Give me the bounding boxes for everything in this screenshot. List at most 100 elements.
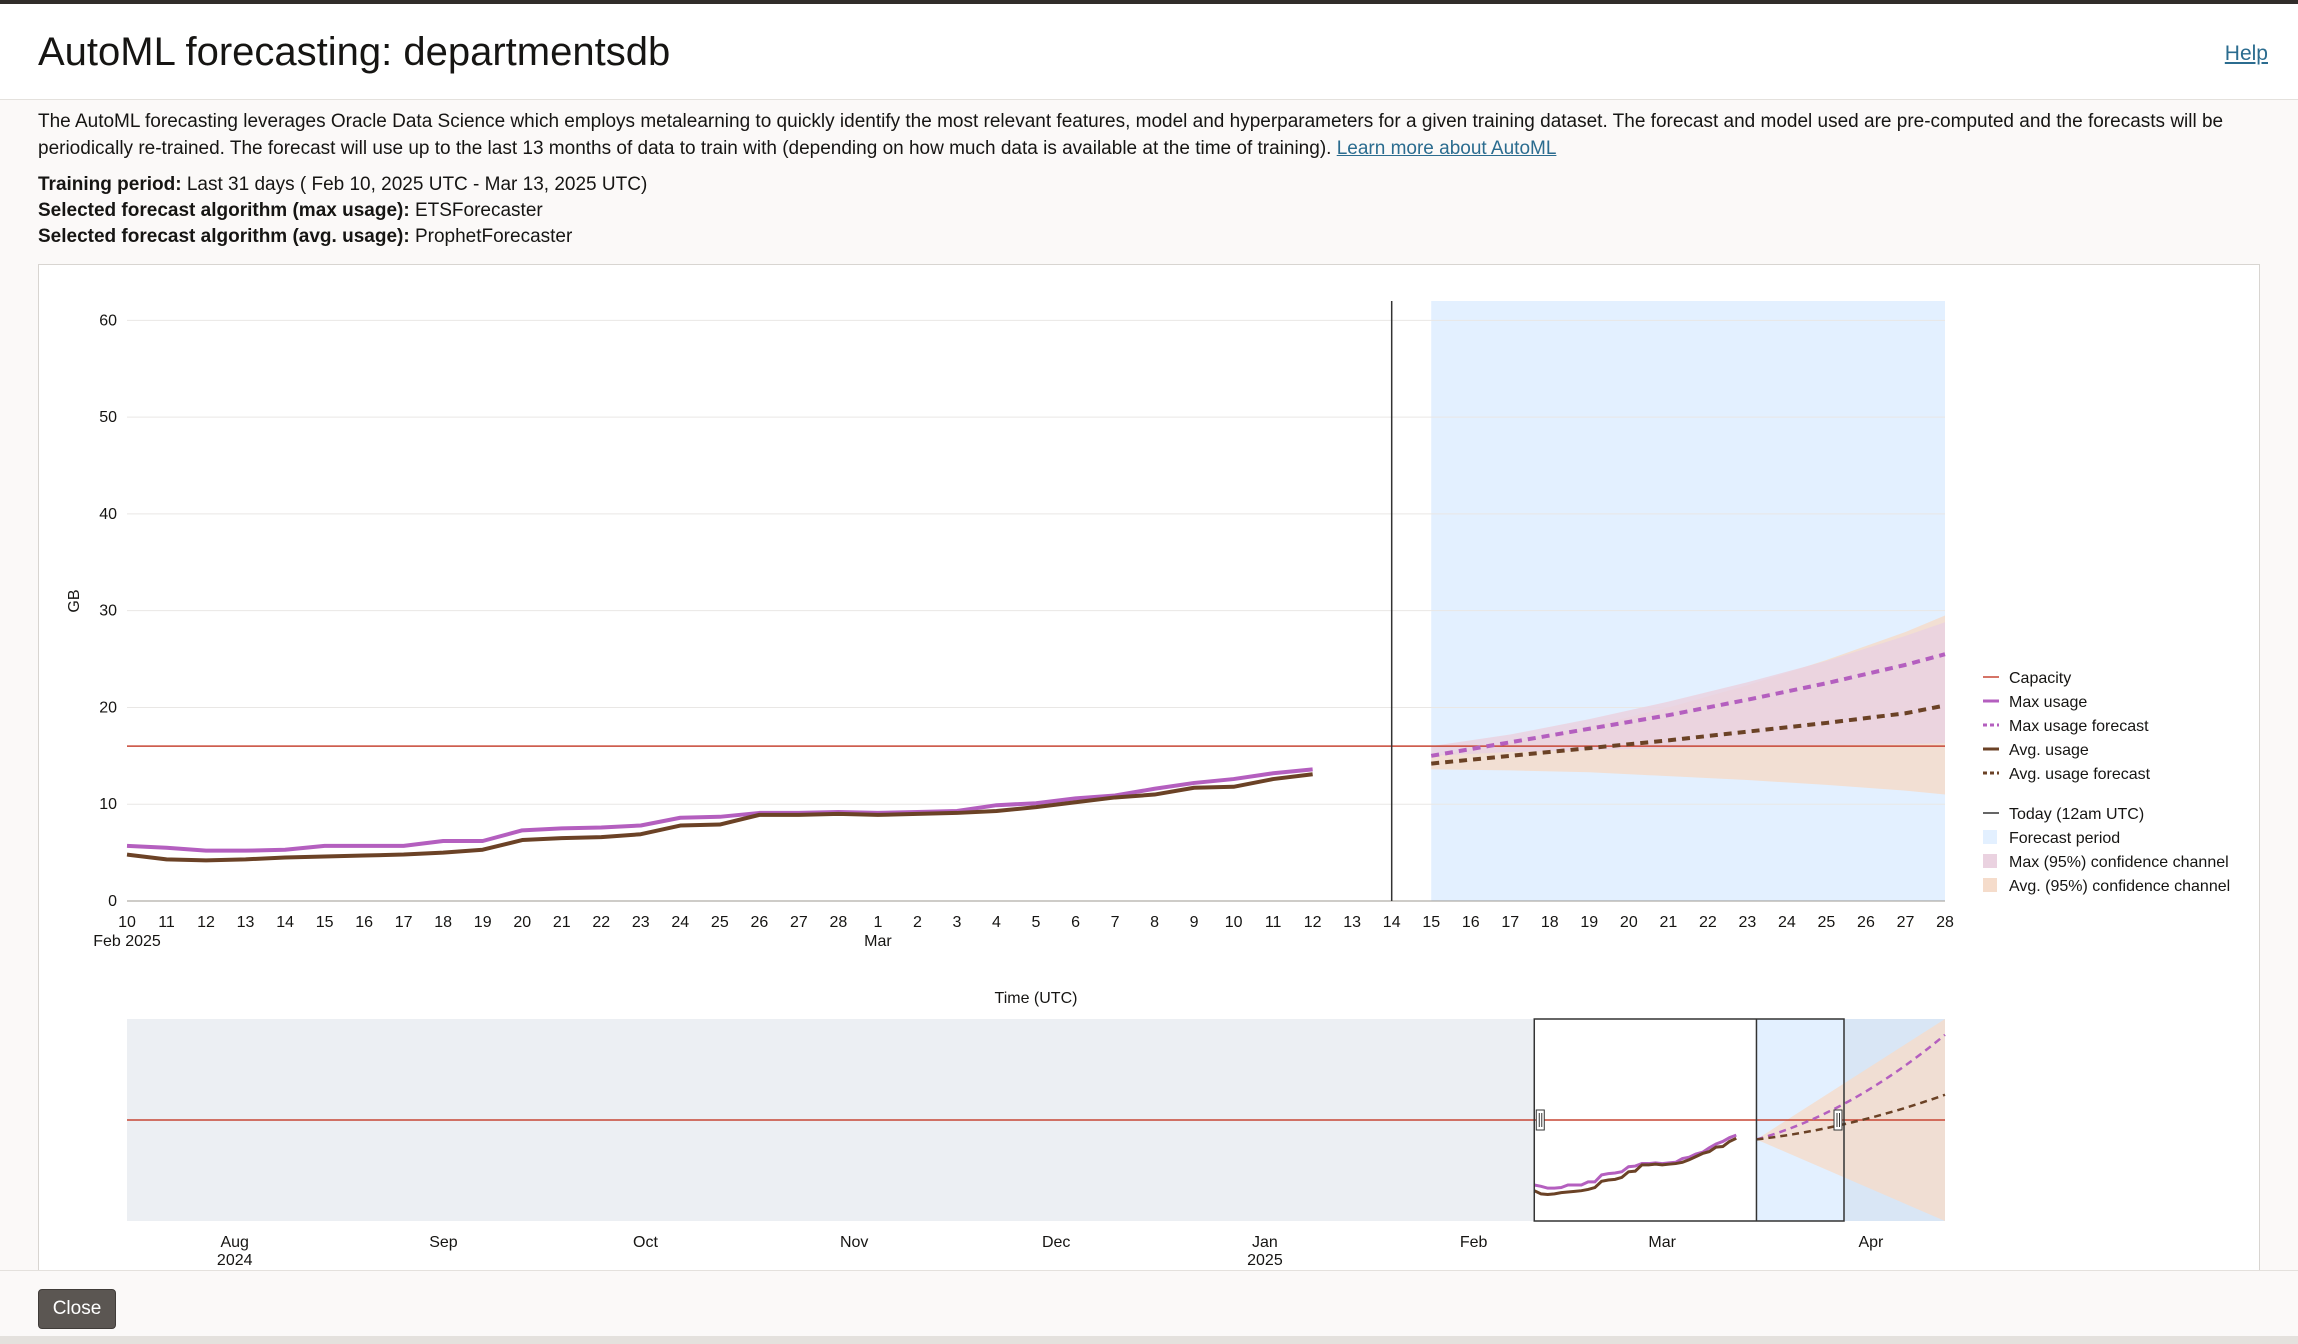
- x-axis-label: Time (UTC): [995, 990, 1078, 1007]
- training-period-label: Training period:: [38, 174, 182, 195]
- x-tick-label: 5: [1032, 914, 1041, 931]
- x-tick-label: 26: [750, 914, 768, 931]
- x-tick-label: 23: [632, 914, 650, 931]
- x-tick-label: 1: [873, 914, 882, 931]
- x-tick-label: 13: [237, 914, 255, 931]
- x-tick-label: 12: [197, 914, 215, 931]
- legend-swatch: [1983, 830, 1997, 844]
- x-tick-label: 25: [1818, 914, 1836, 931]
- overview-x-tick-label: Sep: [429, 1234, 458, 1251]
- legend-label: Avg. usage forecast: [2009, 766, 2151, 783]
- legend-swatch: [1983, 854, 1997, 868]
- avg-algorithm: Selected forecast algorithm (avg. usage)…: [38, 226, 572, 248]
- x-tick-label: 3: [953, 914, 962, 931]
- max-algorithm: Selected forecast algorithm (max usage):…: [38, 200, 543, 222]
- y-tick-label: 50: [99, 409, 117, 426]
- x-tick-label: 18: [1541, 914, 1559, 931]
- forecast-period-area: [1431, 301, 1945, 901]
- y-tick-label: 10: [99, 796, 117, 813]
- max-usage-line: [126, 767, 1313, 853]
- x-tick-label: 20: [1620, 914, 1638, 931]
- x-tick-label: 15: [1422, 914, 1440, 931]
- overview-x-tick-label: Oct: [633, 1234, 658, 1251]
- x-tick-label: 22: [1699, 914, 1717, 931]
- x-tick-label: 21: [1659, 914, 1677, 931]
- x-secondary-label: Feb 2025: [93, 933, 161, 950]
- x-tick-label: 4: [992, 914, 1001, 931]
- forecast-chart: 0102030405060GB10 11 12 13 14 15 16 17 18 19 20 21 2…: [66, 301, 2230, 1269]
- overview-x-tick-label: Nov: [840, 1234, 868, 1251]
- window-bottom-strip: [0, 1336, 2298, 1344]
- x-tick-label: 11: [1265, 914, 1282, 931]
- x-tick-label: 7: [1111, 914, 1120, 931]
- help-link[interactable]: Help: [2225, 42, 2268, 66]
- x-tick-label: 21: [553, 914, 571, 931]
- legend-label: Today (12am UTC): [2009, 806, 2144, 823]
- y-tick-label: 30: [99, 603, 117, 620]
- description-text: The AutoML forecasting leverages Oracle …: [38, 111, 2224, 159]
- x-tick-label: 23: [1738, 914, 1756, 931]
- x-tick-label: 15: [316, 914, 334, 931]
- legend-label: Capacity: [2009, 670, 2071, 687]
- x-tick-label: 22: [592, 914, 610, 931]
- x-tick-label: 19: [1580, 914, 1598, 931]
- overview-x-tick-label: Aug: [220, 1234, 248, 1251]
- x-tick-label: 11: [158, 914, 175, 931]
- dialog-header: AutoML forecasting: departmentsdb Help: [0, 4, 2298, 100]
- overview-x-tick-label: Apr: [1858, 1234, 1884, 1251]
- selection-right-handle[interactable]: [1833, 1109, 1843, 1131]
- x-tick-label: 13: [1343, 914, 1361, 931]
- x-tick-label: 17: [1501, 914, 1519, 931]
- x-tick-label: 8: [1150, 914, 1159, 931]
- overview-x-tick-label: Mar: [1648, 1234, 1676, 1251]
- x-tick-label: 17: [395, 914, 413, 931]
- overview-x-year-label: 2024: [217, 1252, 253, 1269]
- avg-algorithm-label: Selected forecast algorithm (avg. usage)…: [38, 226, 410, 247]
- x-tick-label: 28: [1936, 914, 1954, 931]
- x-tick-label: 25: [711, 914, 729, 931]
- close-button[interactable]: Close: [38, 1289, 116, 1329]
- x-tick-label: 10: [1225, 914, 1243, 931]
- avg-algorithm-value: ProphetForecaster: [414, 226, 573, 247]
- y-tick-label: 0: [108, 893, 117, 910]
- y-axis-label: GB: [66, 589, 83, 612]
- x-tick-label: 6: [1071, 914, 1080, 931]
- legend-label: Avg. (95%) confidence channel: [2009, 878, 2230, 895]
- legend-label: Avg. usage: [2009, 742, 2089, 759]
- x-tick-label: 10: [118, 914, 136, 931]
- x-tick-label: 19: [474, 914, 492, 931]
- dialog-title: AutoML forecasting: departmentsdb: [38, 30, 671, 74]
- max-algorithm-value: ETSForecaster: [414, 200, 543, 221]
- x-secondary-label: Mar: [864, 933, 892, 950]
- selection-left-handle[interactable]: [1535, 1109, 1545, 1131]
- x-tick-label: 18: [434, 914, 452, 931]
- legend-swatch: [1983, 878, 1997, 892]
- forecast-chart-panel: 0 10 20 30 40 50 60 GB 10 11 12 13 14 15 16 17 18 19 20 21 2…: [38, 264, 2260, 1274]
- x-tick-label: 27: [790, 914, 808, 931]
- overview-x-year-label: 2025: [1247, 1252, 1283, 1269]
- x-tick-label: 27: [1897, 914, 1915, 931]
- x-tick-label: 2: [913, 914, 922, 931]
- overview-x-tick-label: Jan: [1252, 1234, 1278, 1251]
- x-tick-label: 14: [1383, 914, 1401, 931]
- y-tick-label: 40: [99, 506, 117, 523]
- x-tick-label: 26: [1857, 914, 1875, 931]
- overview-x-tick-label: Feb: [1460, 1234, 1488, 1251]
- overview-x-tick-label: Dec: [1042, 1234, 1070, 1251]
- learn-more-link[interactable]: Learn more about AutoML: [1337, 138, 1557, 159]
- y-tick-label: 60: [99, 312, 117, 329]
- description: The AutoML forecasting leverages Oracle …: [38, 108, 2238, 162]
- x-tick-label: 24: [671, 914, 689, 931]
- training-period-value: Last 31 days ( Feb 10, 2025 UTC - Mar 13…: [186, 174, 648, 195]
- training-period: Training period: Last 31 days ( Feb 10, …: [38, 174, 647, 196]
- x-tick-label: 20: [513, 914, 531, 931]
- x-tick-label: 12: [1304, 914, 1322, 931]
- max-algorithm-label: Selected forecast algorithm (max usage):: [38, 200, 410, 221]
- dialog-footer: Close: [0, 1270, 2298, 1344]
- automl-forecast-dialog: AutoML forecasting: departmentsdb Help T…: [0, 4, 2298, 1344]
- y-tick-label: 20: [99, 699, 117, 716]
- x-tick-label: 14: [276, 914, 294, 931]
- x-tick-label: 16: [355, 914, 373, 931]
- legend-label: Max usage forecast: [2009, 718, 2149, 735]
- legend-label: Max (95%) confidence channel: [2009, 854, 2229, 871]
